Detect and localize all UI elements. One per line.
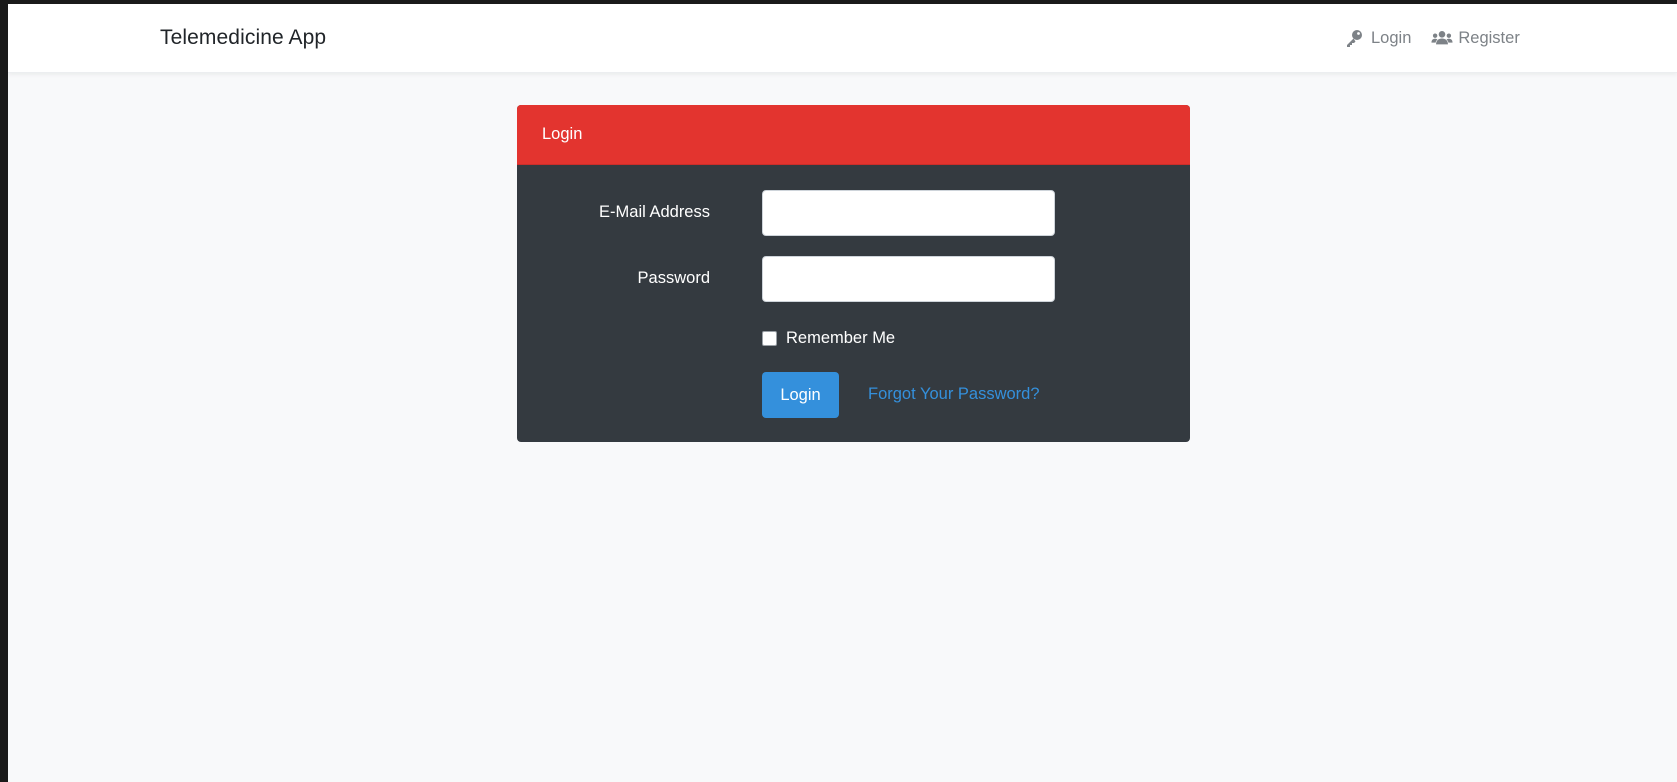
nav-login-link[interactable]: Login <box>1344 28 1411 48</box>
password-label: Password <box>637 269 710 287</box>
password-field[interactable] <box>762 256 1055 302</box>
brand-link[interactable]: Telemedicine App <box>160 26 326 50</box>
key-icon <box>1344 28 1364 48</box>
top-navbar: Telemedicine App Login Register <box>8 4 1677 73</box>
remember-me-checkbox[interactable] <box>762 331 777 346</box>
login-submit-button[interactable]: Login <box>762 372 839 418</box>
nav-register-link[interactable]: Register <box>1431 28 1520 48</box>
window-frame-left <box>0 0 8 782</box>
forgot-password-link[interactable]: Forgot Your Password? <box>868 385 1040 404</box>
login-form: E-Mail Address Password Remember Me Logi… <box>517 165 1190 442</box>
email-label: E-Mail Address <box>599 203 710 221</box>
email-field[interactable] <box>762 190 1055 236</box>
nav-login-label: Login <box>1371 28 1412 47</box>
remember-me-row: Remember Me <box>762 329 895 348</box>
login-card: Login E-Mail Address Password Remember M… <box>517 105 1190 442</box>
nav-register-label: Register <box>1458 28 1520 47</box>
nav-links: Login Register <box>1344 28 1520 48</box>
login-card-header: Login <box>517 105 1190 165</box>
users-icon <box>1431 28 1453 48</box>
browser-viewport: Telemedicine App Login Register Login E-… <box>8 4 1677 782</box>
remember-me-label[interactable]: Remember Me <box>786 329 895 348</box>
